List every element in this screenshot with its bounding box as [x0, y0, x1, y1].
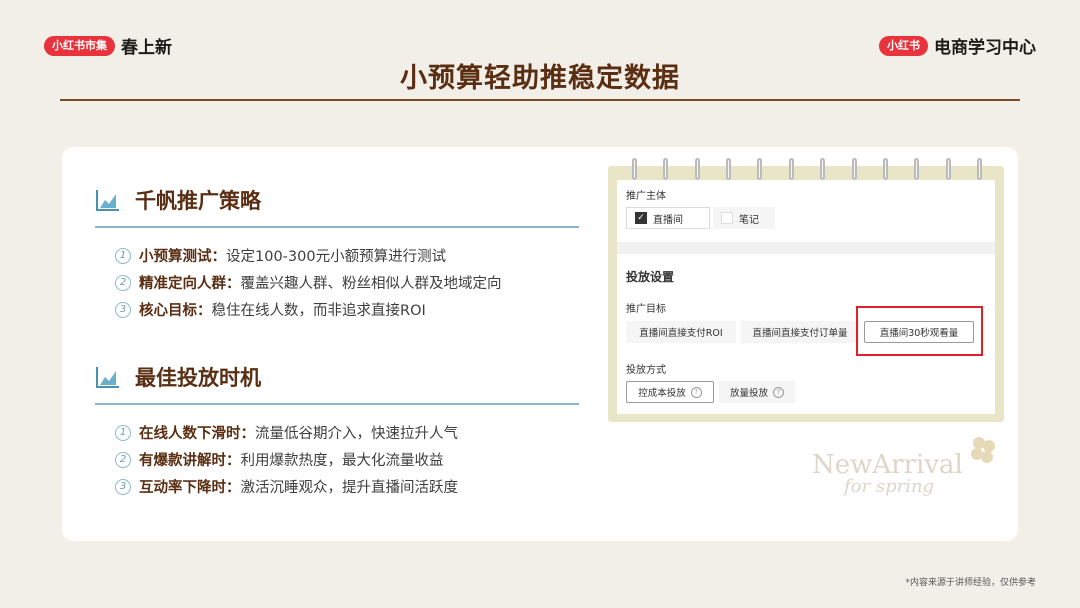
- help-icon[interactable]: ?: [690, 386, 702, 398]
- notebook-screenshot: 推广主体 ✓ 直播间 笔记 投放设置 推广目标 直播间直接支付ROI 直播间直接…: [608, 158, 1004, 422]
- item-key: 核心目标：: [139, 303, 212, 319]
- number-badge: 1: [115, 424, 131, 441]
- spiral-ring: [788, 158, 794, 180]
- method-volume[interactable]: 放量投放 ?: [719, 381, 795, 403]
- promo-subject-label: 推广主体: [626, 191, 666, 202]
- list-item: 1 小预算测试： 设定100-300元小额预算进行测试: [115, 242, 579, 269]
- list-item: 3 互动率下降时： 激活沉睡观众，提升直播间活跃度: [115, 473, 579, 500]
- spiral-ring: [976, 158, 982, 180]
- item-key: 在线人数下滑时：: [139, 426, 255, 442]
- xiaohongshu-logo: 小红书: [879, 35, 928, 56]
- subject-note-label: 笔记: [739, 214, 759, 226]
- method-cost-control[interactable]: 控成本投放 ?: [626, 381, 714, 403]
- highlight-box: [856, 306, 983, 356]
- spiral-ring: [694, 158, 700, 180]
- brand-left-text: 春上新: [121, 38, 172, 58]
- goal-label: 推广目标: [626, 304, 666, 315]
- brand-right-text: 电商学习中心: [934, 38, 1036, 58]
- title-divider: [60, 99, 1020, 101]
- method-cost-control-label: 控成本投放: [638, 388, 686, 399]
- promo-settings-panel: 推广主体 ✓ 直播间 笔记 投放设置 推广目标 直播间直接支付ROI 直播间直接…: [617, 180, 995, 414]
- footnote: *内容来源于讲师经验，仅供参考: [905, 578, 1036, 588]
- number-badge: 3: [115, 301, 131, 318]
- spiral-ring: [851, 158, 857, 180]
- item-text: 设定100-300元小额预算进行测试: [226, 249, 447, 265]
- item-text: 利用爆款热度，最大化流量收益: [240, 453, 444, 469]
- subject-note-option[interactable]: 笔记: [713, 207, 775, 229]
- spiral-ring: [632, 158, 637, 180]
- number-badge: 1: [115, 247, 131, 264]
- panel-divider: [617, 242, 995, 254]
- xiaohongshu-market-logo: 小红书市集: [44, 35, 115, 56]
- item-key: 精准定向人群：: [139, 276, 241, 292]
- section-strategy: 千帆推广策略 1 小预算测试： 设定100-300元小额预算进行测试 2 精准定…: [95, 182, 579, 323]
- number-badge: 3: [115, 478, 131, 495]
- spiral-ring: [726, 158, 732, 180]
- spiral-rings: [632, 158, 982, 182]
- item-key: 有爆款讲解时：: [139, 453, 241, 469]
- section-title: 千帆推广策略: [135, 189, 261, 213]
- goal-option-roi[interactable]: 直播间直接支付ROI: [626, 321, 736, 343]
- item-key: 互动率下降时：: [139, 480, 241, 496]
- section-timing: 最佳投放时机 1 在线人数下滑时： 流量低谷期介入，快速拉升人气 2 有爆款讲解…: [95, 359, 579, 500]
- page-title: 小预算轻助推稳定数据: [400, 63, 680, 94]
- list-item: 1 在线人数下滑时： 流量低谷期介入，快速拉升人气: [115, 419, 579, 446]
- new-arrival-watermark: NewArrival for spring: [812, 450, 963, 497]
- item-key: 小预算测试：: [139, 249, 226, 265]
- item-text: 稳住在线人数，而非追求直接ROI: [211, 303, 426, 319]
- list-item: 2 有爆款讲解时： 利用爆款热度，最大化流量收益: [115, 446, 579, 473]
- checkbox-checked-icon: ✓: [635, 212, 647, 224]
- goal-option-orders[interactable]: 直播间直接支付订单量: [741, 321, 859, 343]
- spiral-ring: [882, 158, 888, 180]
- spiral-ring: [663, 158, 669, 180]
- flower-icon: [971, 437, 995, 463]
- number-badge: 2: [115, 274, 131, 291]
- chart-icon: [96, 367, 119, 388]
- section-title: 最佳投放时机: [135, 366, 261, 390]
- method-label: 投放方式: [626, 365, 666, 376]
- subject-live-label: 直播间: [653, 214, 683, 226]
- brand-left: 小红书市集 春上新: [44, 33, 172, 58]
- checkbox-empty-icon: [721, 212, 733, 224]
- subject-live-option[interactable]: ✓ 直播间: [626, 207, 710, 229]
- item-text: 覆盖兴趣人群、粉丝相似人群及地域定向: [240, 276, 502, 292]
- help-icon[interactable]: ?: [773, 386, 784, 398]
- list-item: 3 核心目标： 稳住在线人数，而非追求直接ROI: [115, 296, 579, 323]
- spiral-ring: [945, 158, 951, 180]
- section-divider: [95, 403, 579, 405]
- method-volume-label: 放量投放: [729, 388, 768, 399]
- brand-right: 小红书 电商学习中心: [879, 33, 1036, 58]
- list-item: 2 精准定向人群： 覆盖兴趣人群、粉丝相似人群及地域定向: [115, 269, 579, 296]
- spiral-ring: [820, 158, 826, 180]
- item-text: 流量低谷期介入，快速拉升人气: [255, 426, 458, 442]
- delivery-settings-heading: 投放设置: [626, 270, 675, 284]
- chart-icon: [96, 190, 119, 211]
- section-divider: [95, 226, 579, 228]
- spiral-ring: [914, 158, 920, 180]
- number-badge: 2: [115, 451, 131, 468]
- item-text: 激活沉睡观众，提升直播间活跃度: [240, 480, 459, 496]
- spiral-ring: [757, 158, 763, 180]
